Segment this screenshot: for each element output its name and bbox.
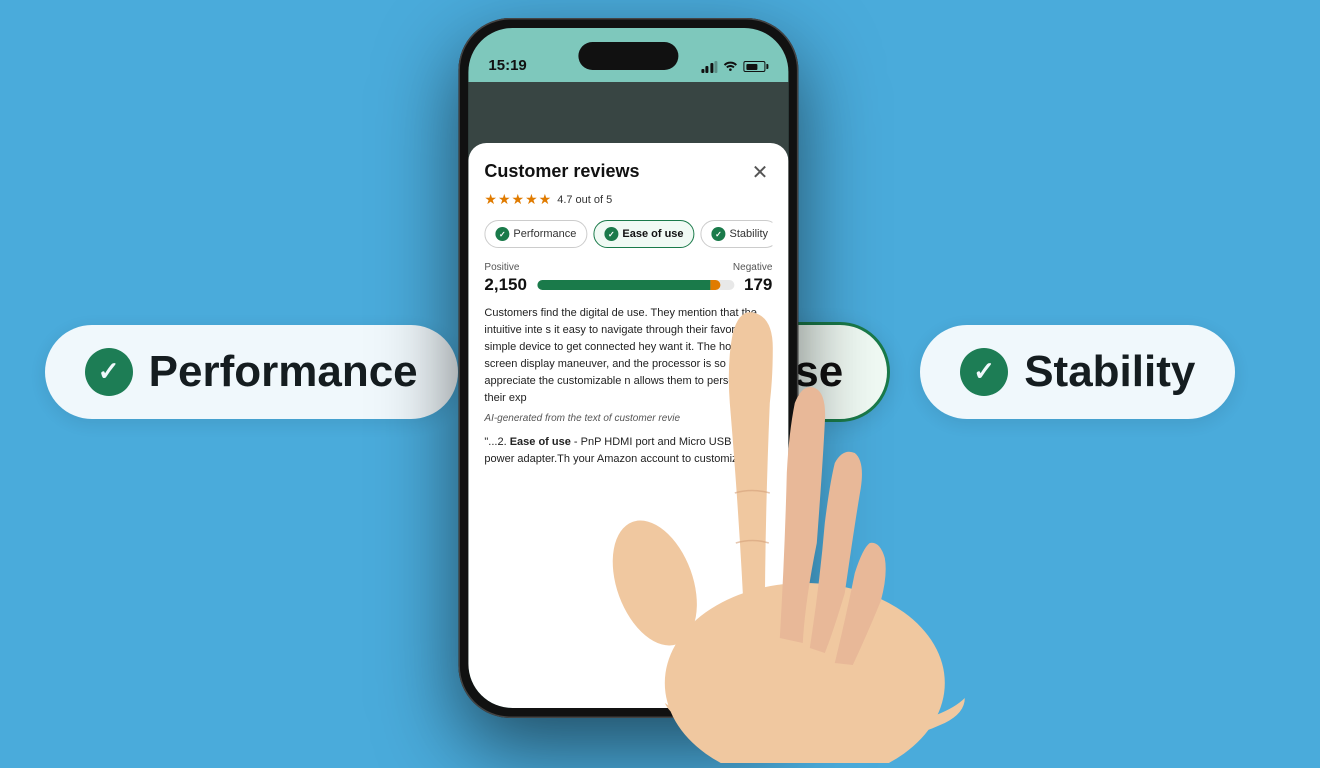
positive-count: 2,150 [484,275,527,295]
tab-stability-label: Stability [730,228,769,240]
review-quote: "...2. Ease of use - PnP HDMI port and M… [484,434,772,467]
star-1: ★ [484,191,497,208]
phone-wrapper: 15:19 [458,18,818,738]
quote-keyword: Ease of use [510,436,571,448]
tab-performance-label: Performance [513,228,576,240]
rating-text: 4.7 out of 5 [557,194,612,206]
signal-icon [701,61,718,73]
star-2: ★ [498,191,511,208]
sentiment-bar-orange [710,280,720,290]
status-time: 15:19 [488,57,526,74]
tab-ease-of-use-check-icon: ✓ [604,227,618,241]
dynamic-island [578,42,678,70]
review-body: Customers find the digital de use. They … [484,305,772,407]
negative-label: Negative [733,262,772,273]
status-icons [701,59,769,74]
sentiment-section: Positive Negative 2,150 179 [484,262,772,295]
bottom-sheet[interactable]: Customer reviews ✕ ★ ★ ★ ★ ★ 4.7 out of … [468,143,788,708]
star-5-half: ★ [539,191,552,208]
sheet-header: Customer reviews ✕ [484,161,772,185]
battery-icon [743,61,768,72]
tab-stability-check-icon: ✓ [712,227,726,241]
star-4: ★ [525,191,538,208]
phone-screen: 15:19 [468,28,788,708]
ai-note: AI-generated from the text of customer r… [484,413,772,424]
quote-prefix: "...2. [484,436,506,448]
tab-performance[interactable]: ✓ Performance [484,220,587,248]
sentiment-bar-green [537,280,710,290]
negative-count: 179 [744,275,772,295]
filter-tabs: ✓ Performance ✓ Ease of use ✓ [484,220,772,248]
star-3: ★ [512,191,525,208]
close-button[interactable]: ✕ [748,161,773,185]
tab-ease-of-use-label: Ease of use [622,228,683,240]
sentiment-labels-row: Positive Negative [484,262,772,273]
sentiment-bar-track [537,280,734,290]
stars: ★ ★ ★ ★ ★ [484,191,551,208]
wifi-icon [722,59,738,74]
tab-ease-of-use[interactable]: ✓ Ease of use [593,220,694,248]
phone-body: 15:19 [458,18,798,718]
tab-performance-check-icon: ✓ [495,227,509,241]
rating-row: ★ ★ ★ ★ ★ 4.7 out of 5 [484,191,772,208]
sheet-title: Customer reviews [484,161,639,182]
sentiment-counts-row: 2,150 179 [484,275,772,295]
positive-label: Positive [484,262,519,273]
tab-stability[interactable]: ✓ Stability [701,220,773,248]
